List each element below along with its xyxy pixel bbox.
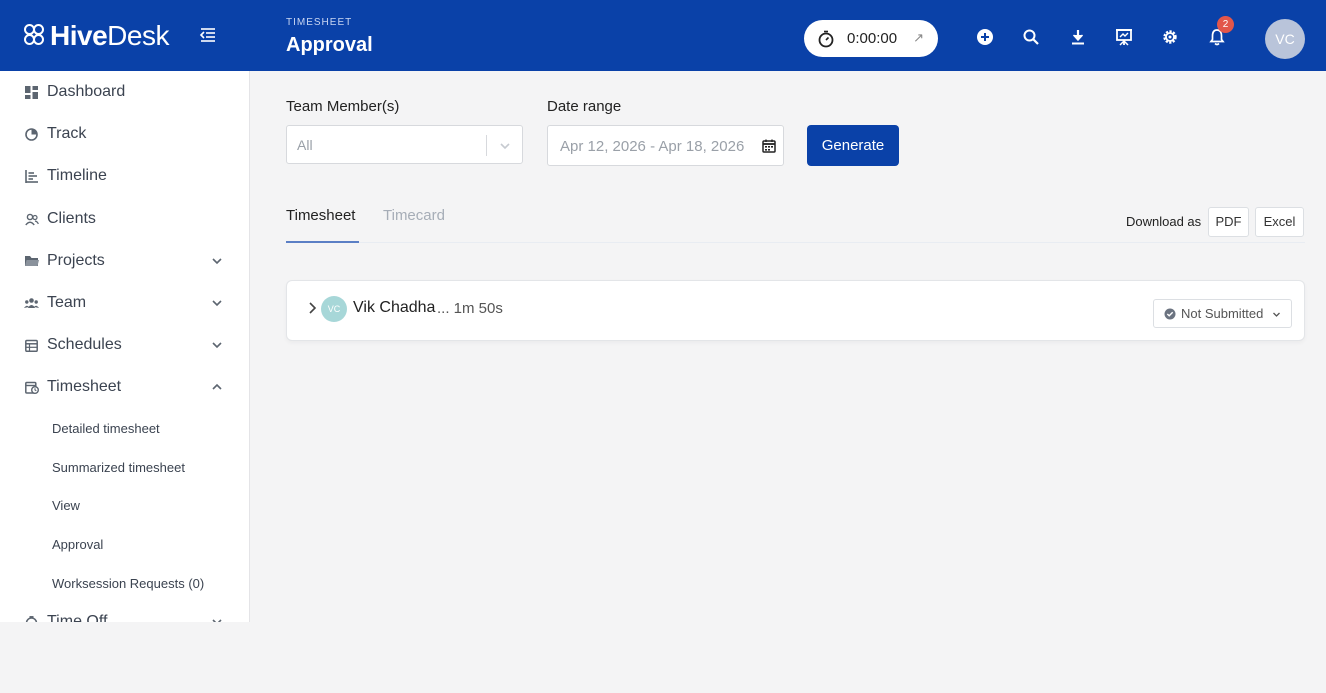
presentation-icon[interactable] — [1115, 28, 1133, 46]
sidebar-subitem-detailed-timesheet[interactable]: Detailed timesheet — [52, 421, 160, 436]
stopwatch-icon — [818, 30, 834, 47]
sidebar-item-track[interactable]: Track — [0, 114, 249, 154]
hivedesk-logo[interactable]: HiveDesk — [24, 20, 169, 52]
sidebar-item-dashboard[interactable]: Dashboard — [0, 72, 249, 112]
download-as-label: Download as — [1126, 214, 1202, 229]
clients-icon — [24, 212, 39, 227]
member-name: Vik Chadha — [353, 299, 436, 316]
chevron-down-icon — [1273, 312, 1280, 317]
timeline-icon — [24, 169, 39, 184]
tab-timecard[interactable]: Timecard — [383, 207, 445, 224]
chevron-up-icon — [212, 383, 222, 390]
track-icon — [24, 127, 39, 142]
date-range-input[interactable]: Apr 12, 2026 - Apr 18, 2026 — [547, 125, 784, 166]
timer-widget[interactable]: 0:00:00 ↗ — [804, 20, 938, 57]
download-icon[interactable] — [1069, 28, 1087, 46]
chevron-right-icon[interactable] — [306, 301, 318, 315]
main-content: Team Member(s) All Date range Apr 12, 20… — [250, 71, 1326, 622]
member-duration: ... 1m 50s — [437, 300, 503, 317]
chevron-down-icon — [212, 342, 222, 349]
tabs-divider — [286, 242, 1305, 243]
sidebar-item-timesheet[interactable]: Timesheet — [0, 367, 249, 407]
tab-timesheet[interactable]: Timesheet — [286, 207, 355, 224]
time-off-icon — [24, 615, 39, 622]
active-tab-indicator — [286, 241, 359, 243]
calendar-icon — [24, 338, 39, 353]
team-members-label: Team Member(s) — [286, 98, 400, 115]
sidebar-item-label: Clients — [47, 210, 96, 227]
date-range-value: Apr 12, 2026 - Apr 18, 2026 — [560, 138, 745, 155]
sidebar-subitem-worksession-requests[interactable]: Worksession Requests (0) — [52, 576, 204, 591]
sidebar-item-projects[interactable]: Projects — [0, 241, 249, 281]
open-timer-icon[interactable]: ↗ — [913, 30, 924, 46]
sidebar-item-label: Track — [47, 125, 87, 142]
sidebar-subitem-approval[interactable]: Approval — [52, 537, 103, 552]
sidebar-item-label: Projects — [47, 252, 105, 269]
check-circle-icon — [1164, 308, 1176, 319]
sidebar-item-label: Timesheet — [47, 378, 122, 395]
collapse-menu-icon[interactable] — [199, 26, 217, 44]
folder-icon — [24, 254, 39, 269]
status-label: Not Submitted — [1181, 306, 1264, 321]
chevron-down-icon — [212, 300, 222, 307]
timesheet-icon — [24, 380, 39, 395]
sidebar-item-schedules[interactable]: Schedules — [0, 325, 249, 365]
sidebar-subitem-summarized-timesheet[interactable]: Summarized timesheet — [52, 460, 185, 475]
sidebar-item-team[interactable]: Team — [0, 283, 249, 323]
team-members-value: All — [297, 137, 313, 153]
calendar-icon[interactable] — [762, 139, 776, 153]
logo-text: HiveDesk — [50, 20, 169, 51]
search-icon[interactable] — [1022, 28, 1040, 46]
add-icon[interactable] — [976, 28, 994, 46]
timesheet-entry-card: VC Vik Chadha ... 1m 50s Not Submitted — [286, 280, 1305, 341]
notification-badge: 2 — [1217, 16, 1234, 33]
sidebar-item-time-off[interactable]: Time Off — [0, 602, 249, 622]
page-kicker: TIMESHEET — [286, 17, 353, 28]
settings-gear-icon[interactable] — [1161, 28, 1179, 46]
member-avatar: VC — [321, 296, 347, 322]
user-avatar[interactable]: VC — [1265, 19, 1305, 59]
sidebar-item-clients[interactable]: Clients — [0, 199, 249, 239]
hive-logo-icon — [24, 24, 48, 48]
team-members-select[interactable]: All — [286, 125, 523, 164]
sidebar-item-label: Team — [47, 294, 87, 311]
chevron-down-icon[interactable] — [498, 139, 512, 153]
download-excel-button[interactable]: Excel — [1255, 207, 1304, 237]
chevron-down-icon — [212, 258, 222, 265]
sidebar-item-label: Dashboard — [47, 83, 126, 100]
sidebar-item-label: Time Off — [47, 613, 108, 622]
sidebar-subitem-view[interactable]: View — [52, 498, 80, 513]
dashboard-icon — [24, 85, 39, 100]
page-footer-area — [0, 622, 1326, 693]
approval-status-dropdown[interactable]: Not Submitted — [1153, 299, 1292, 328]
sidebar-item-label: Schedules — [47, 336, 122, 353]
sidebar-item-label: Timeline — [47, 167, 107, 184]
select-separator — [486, 135, 487, 156]
date-range-label: Date range — [547, 98, 622, 115]
sidebar-item-timeline[interactable]: Timeline — [0, 156, 249, 196]
generate-button[interactable]: Generate — [807, 125, 899, 166]
top-bar: HiveDesk TIMESHEET Approval 0:00:00 ↗ 2 … — [0, 0, 1326, 71]
sidebar: Dashboard Track Timeline Clients Project… — [0, 71, 250, 622]
page-header: TIMESHEET Approval — [286, 17, 373, 57]
page-title: Approval — [286, 34, 373, 56]
download-pdf-button[interactable]: PDF — [1208, 207, 1249, 237]
team-icon — [24, 296, 39, 311]
timer-value: 0:00:00 — [847, 30, 898, 47]
